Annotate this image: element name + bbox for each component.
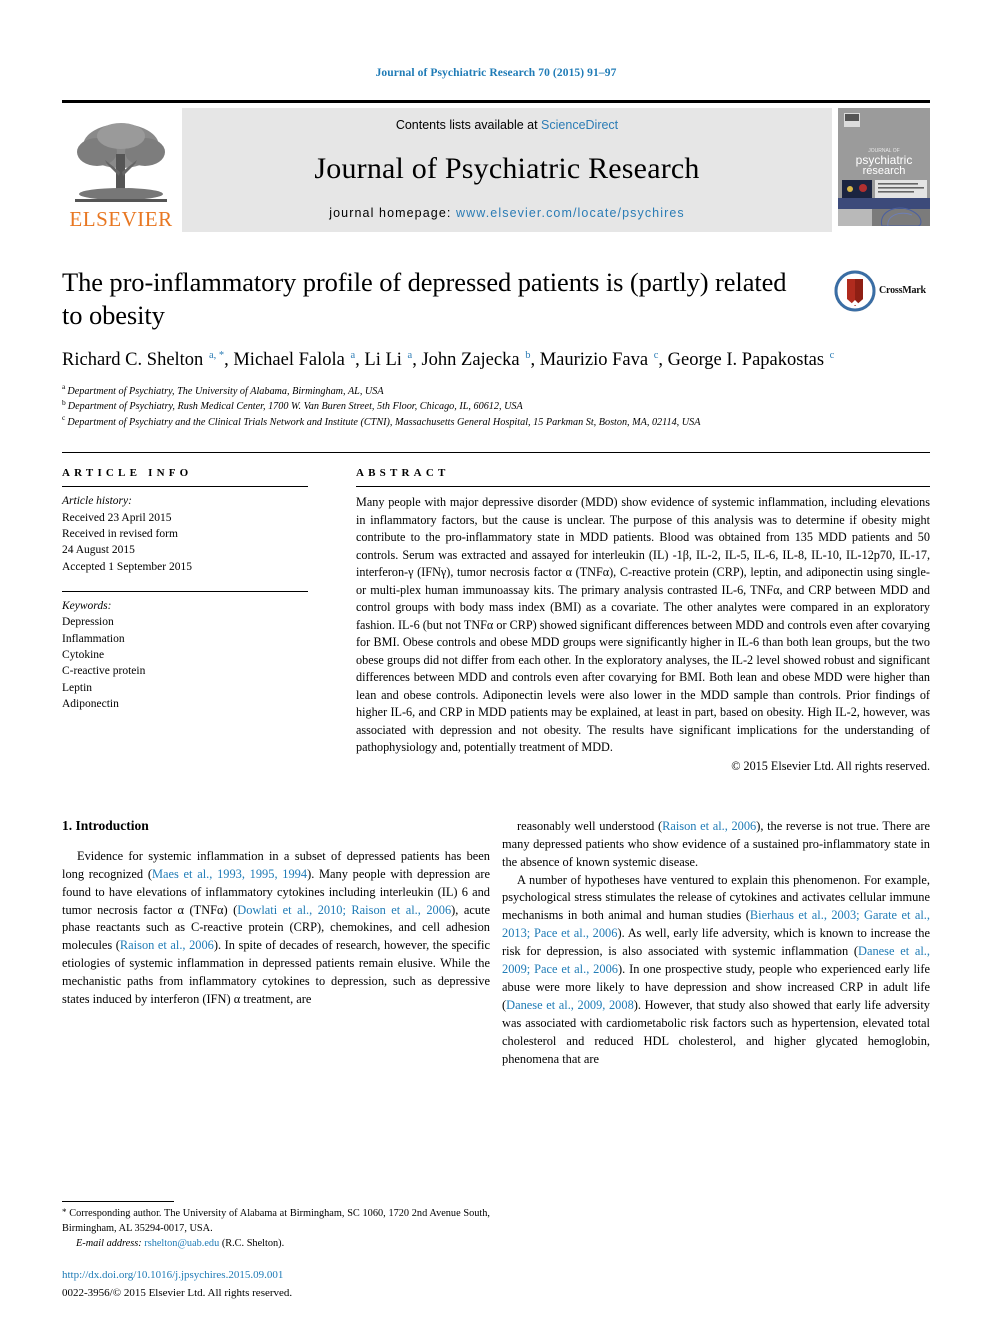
intro-paragraph-left: Evidence for systemic inflammation in a …	[62, 848, 490, 1009]
journal-cover: JOURNAL OF psychiatric research	[838, 107, 930, 232]
introduction-heading: 1. Introduction	[62, 817, 149, 833]
affiliation-a: a Department of Psychiatry, The Universit…	[62, 383, 930, 400]
keyword-5: Adiponectin	[62, 697, 119, 710]
body-column-right: reasonably well understood (Raison et al…	[502, 818, 930, 1069]
article-history: Article history: Received 23 April 2015 …	[62, 487, 308, 575]
history-line-0: Received 23 April 2015	[62, 511, 172, 524]
corresponding-text: Corresponding author. The University of …	[62, 1208, 490, 1235]
body-text: reasonably well understood (	[517, 818, 663, 833]
issn-copyright-line: 0022-3956/© 2015 Elsevier Ltd. All right…	[62, 1287, 293, 1299]
abstract-copyright: © 2015 Elsevier Ltd. All rights reserved…	[731, 758, 930, 773]
email-owner: (R.C. Shelton).	[221, 1238, 285, 1250]
elsevier-wordmark: ELSEVIER	[69, 206, 173, 231]
journal-masthead: ELSEVIER Contents lists available at Sci…	[62, 99, 930, 232]
affiliation-text-b: Department of Psychiatry, Rush Medical C…	[67, 401, 523, 413]
abstract-column: ABSTRACT Many people with major depressi…	[356, 467, 930, 774]
citation-link[interactable]: Maes et al., 1993, 1995, 1994	[152, 867, 307, 881]
intro-paragraph-right-2: A number of hypotheses have ventured to …	[502, 872, 930, 1069]
keyword-2: Cytokine	[62, 648, 105, 661]
email-link[interactable]: rshelton@uab.edu	[144, 1238, 219, 1249]
article-history-label: Article history:	[62, 495, 132, 508]
elsevier-tree-icon	[75, 122, 167, 202]
crossmark-icon	[834, 270, 876, 311]
page-title: The pro-inflammatory profile of depresse…	[62, 266, 787, 330]
crossmark-label: CrossMark	[879, 285, 926, 296]
elsevier-logo: ELSEVIER	[62, 108, 180, 232]
corresponding-marker: *	[62, 1207, 67, 1218]
affiliation-text-a: Department of Psychiatry, The University…	[67, 385, 384, 397]
history-line-2: 24 August 2015	[62, 544, 135, 557]
title-area: The pro-inflammatory profile of depresse…	[62, 266, 930, 333]
affiliation-list: a Department of Psychiatry, The Universit…	[62, 383, 930, 431]
author-list: Richard C. Shelton a, *, Michael Falola …	[62, 350, 835, 371]
citation-link[interactable]: Dowlati et al., 2010; Raison et al., 200…	[237, 903, 451, 917]
journal-cover-image: JOURNAL OF psychiatric research	[838, 107, 930, 226]
crossmark-badge[interactable]: CrossMark	[834, 268, 930, 314]
intro-paragraph-right-1: reasonably well understood (Raison et al…	[502, 818, 930, 872]
running-head: Journal of Psychiatric Research 70 (2015…	[375, 67, 617, 79]
keyword-3: C-reactive protein	[62, 665, 146, 678]
contents-list-line: Contents lists available at ScienceDirec…	[396, 118, 618, 132]
keywords-label: Keywords:	[62, 599, 112, 612]
citation-link[interactable]: Raison et al., 2006	[120, 938, 214, 952]
homepage-prefix: journal homepage:	[329, 205, 457, 220]
article-info-column: ARTICLE INFO Article history: Received 2…	[62, 467, 308, 774]
svg-text:research: research	[863, 165, 906, 177]
body-column-gap	[490, 818, 502, 1069]
abstract-heading: ABSTRACT	[356, 467, 450, 480]
email-note: E-mail address: rshelton@uab.edu (R.C. S…	[62, 1237, 490, 1252]
citation-link[interactable]: Danese et al., 2009, 2008	[506, 998, 634, 1012]
journal-title: Journal of Psychiatric Research	[314, 151, 700, 185]
keyword-1: Inflammation	[62, 632, 125, 645]
corresponding-author-note: * Corresponding author. The University o…	[62, 1206, 490, 1237]
sciencedirect-link[interactable]: ScienceDirect	[541, 118, 618, 132]
keyword-4: Leptin	[62, 681, 93, 694]
citation-link[interactable]: Raison et al., 2006	[662, 819, 756, 833]
affiliation-text-c: Department of Psychiatry and the Clinica…	[67, 416, 701, 428]
article-page: Journal of Psychiatric Research 70 (2015…	[0, 0, 992, 1323]
abstract-text: Many people with major depressive disord…	[356, 495, 930, 755]
doi-link[interactable]: http://dx.doi.org/10.1016/j.jpsychires.2…	[62, 1268, 490, 1283]
affiliation-b: b Department of Psychiatry, Rush Medical …	[62, 399, 930, 415]
column-gap	[308, 467, 356, 774]
footnote-rule	[62, 1201, 174, 1203]
contents-prefix: Contents lists available at	[395, 117, 542, 132]
affiliation-c: c Department of Psychiatry and the Clinic…	[62, 414, 930, 431]
keywords-block: Keywords: Depression Inflammation Cytoki…	[62, 592, 308, 712]
info-abstract-region: ARTICLE INFO Article history: Received 2…	[62, 452, 930, 774]
journal-homepage-line: journal homepage: www.elsevier.com/locat…	[329, 206, 685, 220]
masthead-band: Contents lists available at ScienceDirec…	[182, 107, 832, 232]
history-line-1: Received in revised form	[62, 527, 178, 540]
history-line-3: Accepted 1 September 2015	[62, 560, 192, 573]
keyword-0: Depression	[62, 616, 114, 629]
body-column-left: 1. Introduction Evidence for systemic in…	[62, 818, 490, 1069]
doi-block: http://dx.doi.org/10.1016/j.jpsychires.2…	[62, 1268, 490, 1301]
email-label: E-mail address:	[76, 1238, 142, 1250]
footnote-region: * Corresponding author. The University o…	[62, 1201, 490, 1301]
article-info-heading: ARTICLE INFO	[62, 467, 193, 480]
body-columns: 1. Introduction Evidence for systemic in…	[62, 818, 930, 1069]
journal-homepage-link[interactable]: www.elsevier.com/locate/psychires	[456, 206, 685, 220]
